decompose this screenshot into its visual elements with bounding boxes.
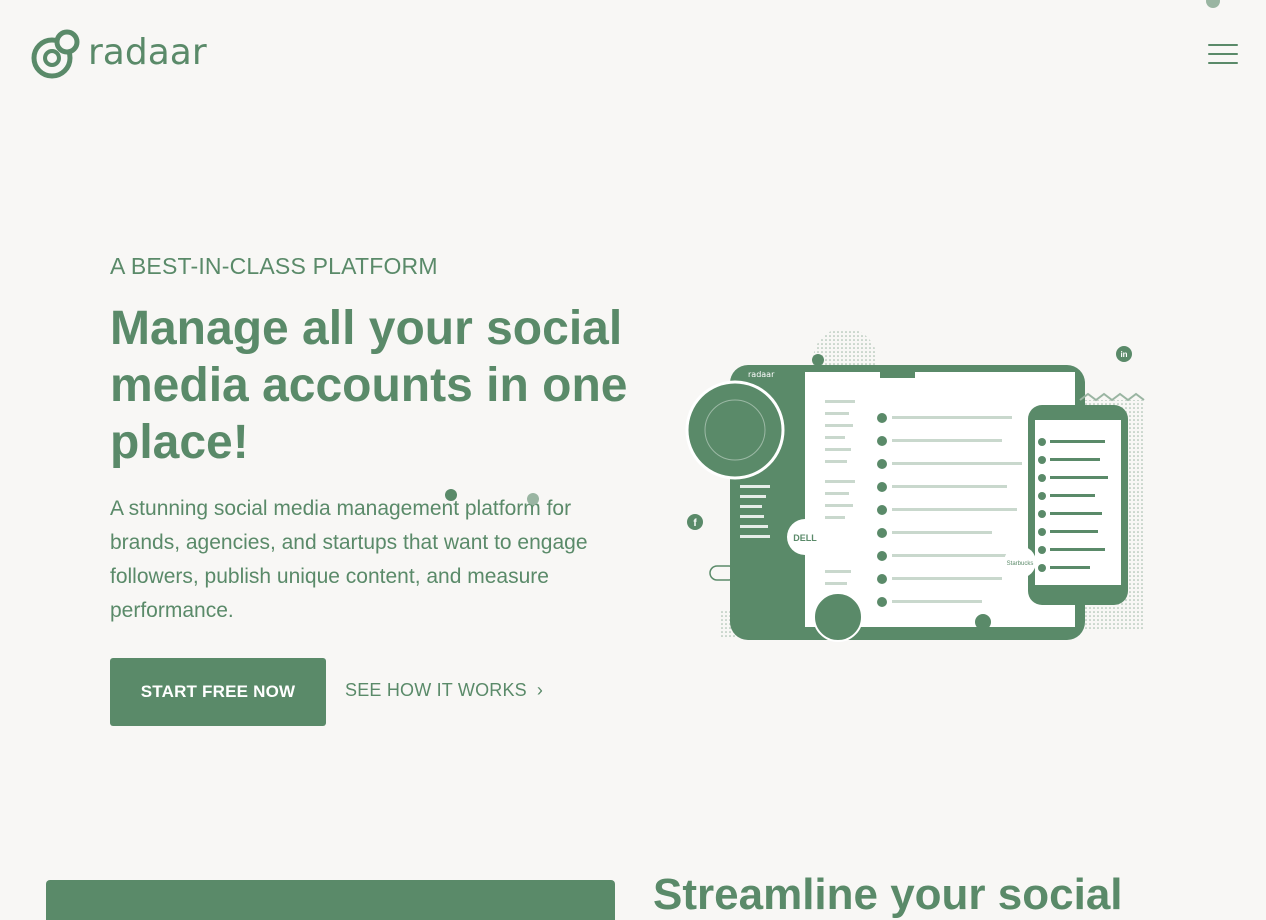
radaar-logo-icon	[31, 29, 80, 79]
decorative-dot	[812, 354, 824, 366]
feature-image-card	[46, 880, 615, 920]
section-title: Streamline your social	[653, 870, 1123, 919]
decorative-dot	[527, 493, 539, 505]
product-illustration: radaar DELL Starbucks in f	[685, 330, 1145, 642]
profile-image	[813, 592, 863, 642]
decorative-dot	[445, 489, 457, 501]
svg-text:in: in	[1120, 350, 1127, 359]
twitter-icon	[975, 614, 991, 630]
hamburger-menu-icon[interactable]	[1208, 44, 1238, 70]
start-free-button[interactable]: START FREE NOW	[110, 658, 326, 726]
logo-wordmark: radaar	[88, 32, 207, 73]
phone-screen	[1035, 420, 1121, 585]
hero-subtitle: A stunning social media management platf…	[110, 497, 588, 622]
site-header: radaar	[0, 0, 1266, 110]
starbucks-badge-text: Starbucks	[1007, 561, 1034, 567]
hero-eyebrow: A BEST-IN-CLASS PLATFORM	[110, 253, 438, 279]
hero-title: Manage all your social media accounts in…	[110, 302, 628, 469]
see-how-it-works-link[interactable]: SEE HOW IT WORKS ›	[345, 680, 543, 701]
site-logo[interactable]: radaar	[30, 28, 207, 80]
see-how-it-works-label: SEE HOW IT WORKS	[345, 680, 527, 700]
chevron-right-icon: ›	[536, 680, 544, 700]
decorative-zigzag	[1079, 392, 1145, 402]
globe-image	[685, 380, 785, 480]
decorative-dot	[1206, 0, 1220, 8]
dell-badge-text: DELL	[793, 533, 817, 543]
dashboard-logo-text: radaar	[748, 370, 775, 379]
